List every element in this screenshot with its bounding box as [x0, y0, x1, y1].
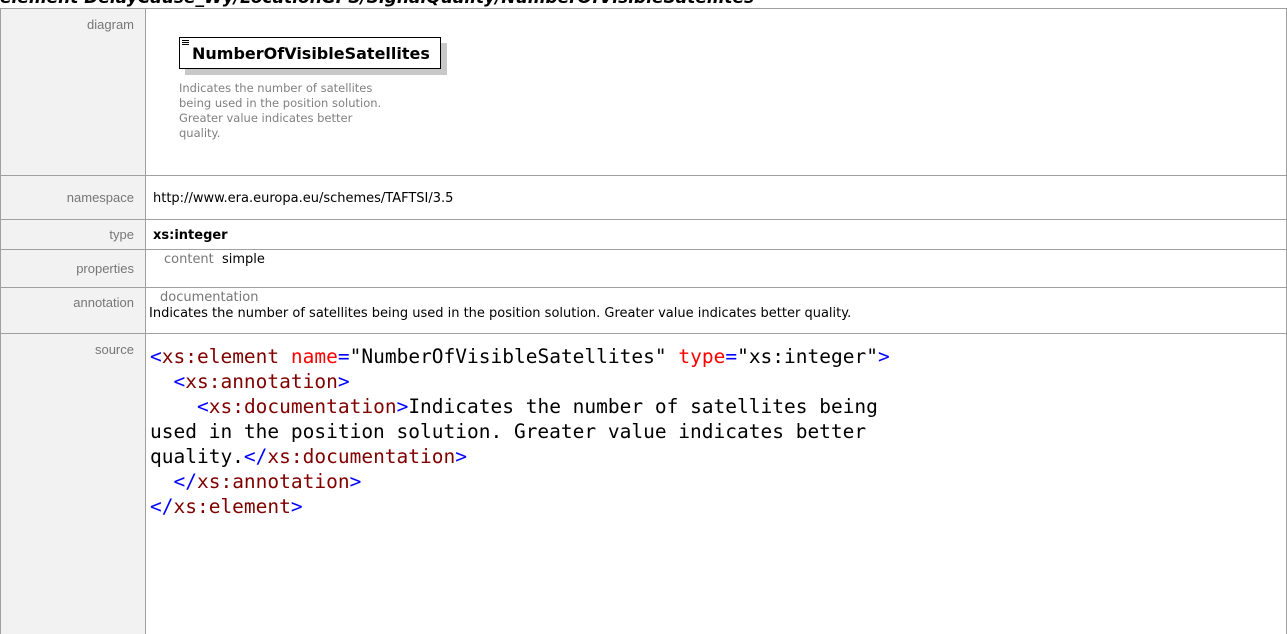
source-documentation-tag: xs:documentation [208, 395, 397, 418]
properties-cell: content simple [145, 249, 1287, 288]
element-box[interactable]: NumberOfVisibleSatellites [179, 37, 441, 69]
namespace-row: namespace http://www.era.europa.eu/schem… [0, 175, 1287, 220]
properties-row: properties content simple [0, 249, 1287, 288]
diagram-label: diagram [0, 8, 146, 176]
diagram-doc-line: being used in the position solution. [179, 96, 382, 110]
element-name: NumberOfVisibleSatellites [192, 44, 430, 63]
annotation-row: annotation documentation Indicates the n… [0, 287, 1287, 334]
diagram-row: diagram NumberOfVisibleSatellites Indica… [0, 8, 1287, 176]
source-element-close-tag: xs:element [173, 495, 291, 518]
namespace-value: http://www.era.europa.eu/schemes/TAFTSI/… [153, 191, 454, 206]
properties-label: properties [0, 249, 146, 288]
source-attr-type: type [678, 345, 726, 368]
type-cell: xs:integer [145, 219, 1287, 250]
namespace-label: namespace [0, 175, 146, 220]
annotation-cell: documentation Indicates the number of sa… [145, 287, 1287, 334]
source-label: source [0, 333, 146, 634]
annotation-text: Indicates the number of satellites being… [149, 306, 852, 321]
annotation-key: documentation [160, 290, 259, 305]
property-key: content [164, 252, 214, 267]
type-row: type xs:integer [0, 219, 1287, 250]
diagram: NumberOfVisibleSatellites Indicates the … [153, 15, 1286, 141]
type-label: type [0, 219, 146, 250]
property-content: content simple [164, 252, 1286, 267]
source-attr-type-value: "xs:integer" [737, 345, 878, 368]
source-cell: <xs:element name="NumberOfVisibleSatelli… [145, 333, 1287, 634]
source-documentation-close-tag: xs:documentation [267, 445, 456, 468]
source-element-tag: xs:element [161, 345, 280, 368]
diagram-cell: NumberOfVisibleSatellites Indicates the … [145, 8, 1287, 176]
property-value: simple [222, 252, 265, 267]
source-attr-name: name [290, 345, 338, 368]
type-value: xs:integer [153, 228, 228, 243]
source-row: source <xs:element name="NumberOfVisible… [0, 333, 1287, 634]
diagram-documentation: Indicates the number of satellites being… [179, 81, 499, 141]
source-attr-name-value: "NumberOfVisibleSatellites" [349, 345, 667, 368]
page-title: element DelayCause_Wy/LocationGPS/Signal… [0, 0, 1287, 8]
schema-details-table: diagram NumberOfVisibleSatellites Indica… [0, 8, 1287, 634]
diagram-doc-line: Greater value indicates better [179, 111, 353, 125]
source-code: <xs:element name="NumberOfVisibleSatelli… [150, 345, 890, 518]
diagram-doc-line: quality. [179, 126, 221, 140]
annotation-label: annotation [0, 287, 146, 334]
diagram-doc-line: Indicates the number of satellites [179, 81, 373, 95]
source-annotation-close-tag: xs:annotation [196, 470, 350, 493]
documentation-icon [182, 40, 189, 47]
namespace-cell: http://www.era.europa.eu/schemes/TAFTSI/… [145, 175, 1287, 220]
source-annotation-tag: xs:annotation [185, 370, 338, 393]
